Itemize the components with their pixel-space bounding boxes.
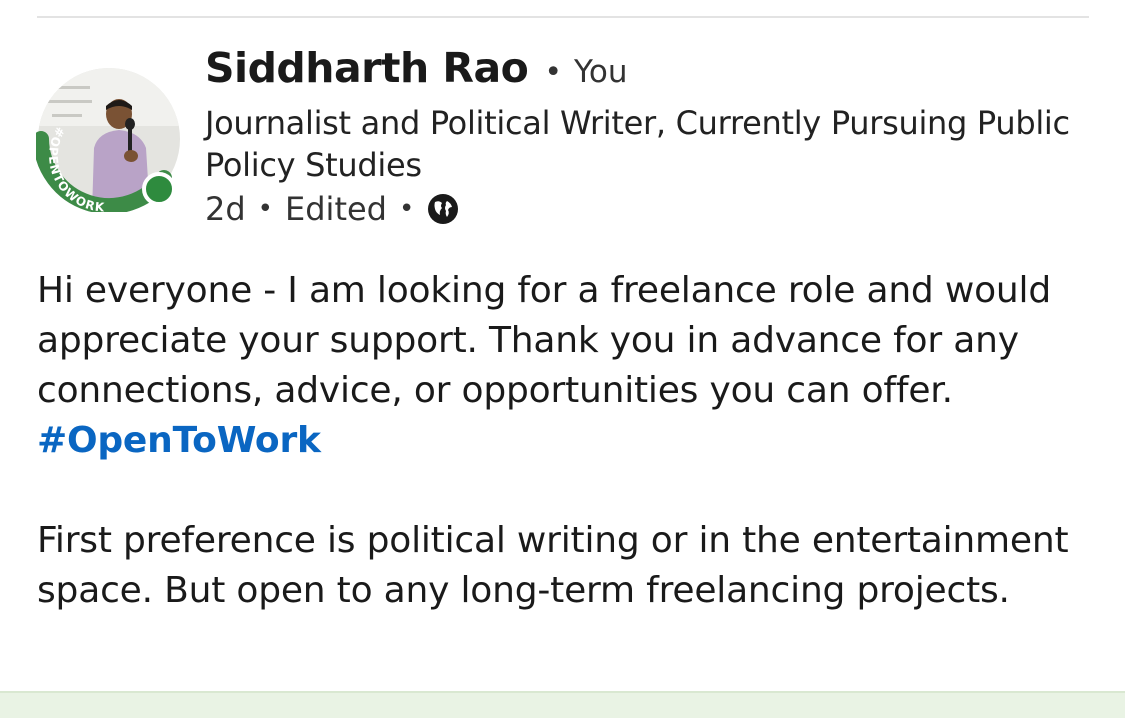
author-name[interactable]: Siddharth Rao (205, 44, 529, 92)
post-body: Hi everyone - I am looking for a freelan… (37, 266, 1107, 616)
post-meta: 2d • Edited • (205, 188, 1085, 230)
post-header: Siddharth Rao • You Journalist and Polit… (205, 44, 1085, 230)
separator-dot: • (257, 194, 274, 224)
post-paragraph-2: First preference is political writing or… (37, 520, 1069, 611)
top-divider (37, 16, 1089, 18)
author-headline: Journalist and Political Writer, Current… (205, 104, 1070, 184)
post-paragraph-1: Hi everyone - I am looking for a freelan… (37, 270, 1051, 461)
globe-icon[interactable] (426, 192, 460, 226)
hashtag-link[interactable]: #OpenToWork (37, 420, 321, 461)
presence-indicator (142, 172, 176, 206)
separator-dot: • (398, 194, 415, 224)
edited-label: Edited (285, 190, 387, 228)
separator-dot: • (544, 55, 563, 90)
post-age: 2d (205, 190, 246, 228)
author-avatar[interactable]: #OPENTOWORK (36, 66, 182, 212)
author-relation: You (574, 54, 628, 90)
bottom-highlight-bar (0, 691, 1125, 718)
